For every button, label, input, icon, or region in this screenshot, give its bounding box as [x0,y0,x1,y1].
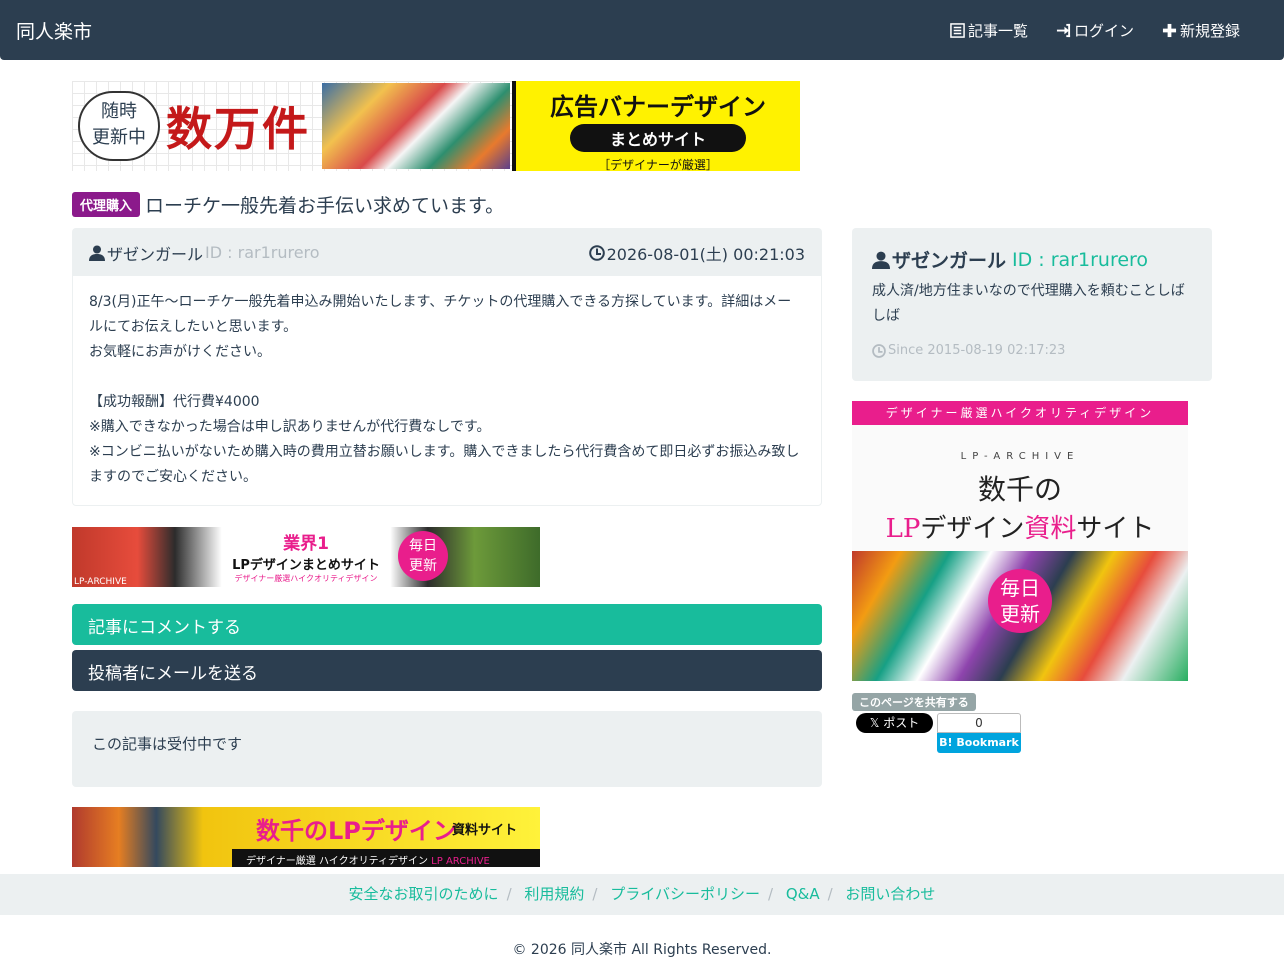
banner-big-text: 数万件 [166,102,310,156]
profile-bio: 成人済/地方住まいなので代理購入を頼むことしばしば [872,283,1185,324]
x-icon: 𝕏 [869,716,884,730]
nav-article-list-label: 記事一覧 [967,22,1028,40]
nav-login-label: ログイン [1073,22,1134,40]
lp-design-strip: デザイナー厳選 ハイクオリティデザイン [246,856,428,867]
post-title: ローチケ一般先着お手伝い求めています。 [145,195,505,217]
comment-button[interactable]: 記事にコメントする [72,604,822,645]
footer-link-terms[interactable]: 利用規約 [524,885,584,903]
post-body: 8/3(月)正午〜ローチケ一般先着申込み開始いたします、チケットの代理購入できる… [89,294,800,485]
x-post-label: ポスト [883,716,920,730]
clock-icon [588,244,605,261]
footer-link-privacy[interactable]: プライバシーポリシー [610,885,760,903]
nav-signup[interactable]: 新規登録 [1162,20,1240,41]
hatena-count: 0 [937,713,1021,733]
footer-link-qa[interactable]: Q&A [786,885,820,903]
status-well: この記事は受付中です [72,711,822,787]
brand-logo[interactable]: 同人楽市 [16,17,92,44]
banner-stamp: 随時 更新中 [78,91,160,161]
clock-icon [872,343,886,358]
hatena-bookmark-widget[interactable]: 0 B! Bookmark [937,713,1021,753]
banner-title: 広告バナーデザイン [550,93,766,121]
side-ad-top: デザイナー厳選ハイクオリティデザイン [852,401,1188,425]
post-header: ザゼンガール ID : rar1rurero 2026-08-01(土) 00:… [73,229,821,276]
footer-link-contact[interactable]: お問い合わせ [845,885,935,903]
login-icon [1056,23,1071,38]
lp-banner-headline: 業界1 [283,534,329,554]
nav-menu: 記事一覧 ログイン 新規登録 [950,20,1240,41]
side-ad-badge: 毎日 更新 [988,569,1052,633]
post-title-row: 代理購入 ローチケ一般先着お手伝い求めています。 [72,191,504,218]
nav-login[interactable]: ログイン [1056,20,1134,41]
profile-name[interactable]: ザゼンガール [892,246,1006,273]
lp-design-brand: LP ARCHIVE [431,856,490,867]
side-ad-archive: LP-ARCHIVE [960,451,1080,462]
sidebar-lp-ad[interactable]: デザイナー厳選ハイクオリティデザイン LP-ARCHIVE 数千の LPデザイン… [852,401,1188,681]
profile-since: Since 2015-08-19 02:17:23 [872,343,1192,358]
post-datetime: 2026-08-01(土) 00:21:03 [588,241,805,265]
lp-design-banner[interactable]: 数千のLPデザイン 資料サイト デザイナー厳選 ハイクオリティデザイン LP A… [72,807,540,867]
navbar: 同人楽市 記事一覧 ログイン 新規登録 [0,0,1284,60]
lp-archive-banner[interactable]: 業界1 LPデザインまとめサイト デザイナー厳選ハイクオリティデザイン 毎日 更… [72,527,540,587]
side-ad-title1: 数千の [977,473,1062,506]
footer-link-safety[interactable]: 安全なお取引のために [349,885,499,903]
banner-collage-image [322,83,510,169]
side-ad-shiryo: 資料 [1024,514,1077,544]
lp-design-headline: 数千のLPデザイン [256,817,457,845]
banner-pill: まとめサイト [569,124,746,152]
post-author: ザゼンガール ID : rar1rurero [89,241,320,265]
copyright: © 2026 同人楽市 All Rights Reserved. [512,942,772,958]
user-icon [89,245,105,261]
category-badge: 代理購入 [72,192,141,217]
lp-banner-badge: 毎日 更新 [398,531,448,581]
profile-id: ID : rar1rurero [1012,248,1149,271]
side-ad-lp: LP [885,514,921,544]
author-name[interactable]: ザゼンガール [107,241,203,265]
top-ad-banner[interactable]: 随時 更新中 数万件 広告バナーデザイン まとめサイト ［デザイナーが厳選］ [72,81,800,171]
lp-design-sub: 資料サイト [452,823,518,838]
plus-icon [1162,23,1177,38]
datetime-text: 2026-08-01(土) 00:21:03 [606,244,805,264]
side-ad-site: サイト [1076,514,1155,544]
share-label: このページを共有する [852,693,976,711]
user-icon [872,251,890,269]
list-icon [950,23,965,38]
lp-banner-tag: LP-ARCHIVE [74,577,127,587]
author-id: ID : rar1rurero [205,243,320,262]
post-panel: ザゼンガール ID : rar1rurero 2026-08-01(土) 00:… [72,228,822,506]
nav-signup-label: 新規登録 [1179,22,1240,40]
hatena-bookmark-button[interactable]: B! Bookmark [937,733,1021,753]
lp-banner-title: LPデザインまとめサイト [232,558,380,573]
send-mail-button[interactable]: 投稿者にメールを送る [72,650,822,691]
author-profile-card: ザゼンガール ID : rar1rurero 成人済/地方住まいなので代理購入を… [852,228,1212,381]
footer-links: 安全なお取引のために / 利用規約 / プライバシーポリシー / Q&A / お問い合わ… [0,874,1284,915]
side-ad-design: デザイン [920,514,1025,544]
x-post-button[interactable]: 𝕏 ポスト [856,713,933,733]
lp-banner-sub: デザイナー厳選ハイクオリティデザイン [234,574,378,583]
banner-sub: ［デザイナーが厳選］ [598,158,718,171]
since-text: Since 2015-08-19 02:17:23 [888,343,1066,358]
nav-article-list[interactable]: 記事一覧 [950,20,1028,41]
